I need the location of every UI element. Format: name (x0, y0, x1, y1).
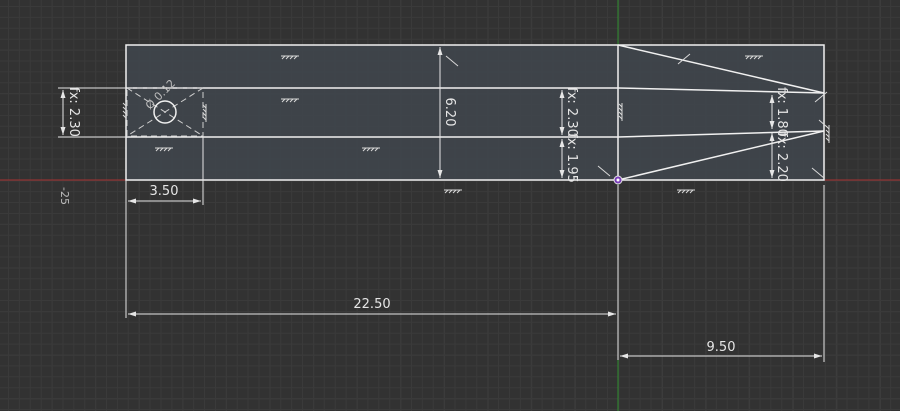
dim-fx-mid[interactable]: fx: 2.30 (564, 87, 579, 137)
drawing-svg[interactable]: Ø 0.12 3.50 22.50 9.50 fx: 2.30 6.20 fx:… (0, 0, 900, 411)
dim-fx-right-lower[interactable]: fx: 2.20 (774, 132, 789, 182)
dim-fx-right[interactable]: fx: 1.80 (774, 87, 789, 137)
origin-marker-icon[interactable] (613, 175, 623, 185)
constraint-marker-icon (677, 189, 695, 194)
constraint-marker-icon (444, 189, 462, 194)
dim-22-50[interactable]: 22.50 (353, 297, 390, 312)
shape-body[interactable] (125, 44, 825, 181)
dim-9-50[interactable]: 9.50 (707, 340, 736, 355)
dim-3-50[interactable]: 3.50 (150, 184, 179, 199)
constraint-marker-icon (825, 125, 830, 143)
axis-tick-label: -25 (58, 187, 71, 205)
constraint-marker-icon (122, 102, 127, 120)
cad-canvas[interactable]: Ø 0.12 3.50 22.50 9.50 fx: 2.30 6.20 fx:… (0, 0, 900, 411)
dim-fx-left[interactable]: fx: 2.30 (66, 87, 81, 137)
dim-fx-mid-lower[interactable]: fx: 1.95 (564, 133, 579, 183)
dim-6-20[interactable]: 6.20 (442, 98, 457, 127)
